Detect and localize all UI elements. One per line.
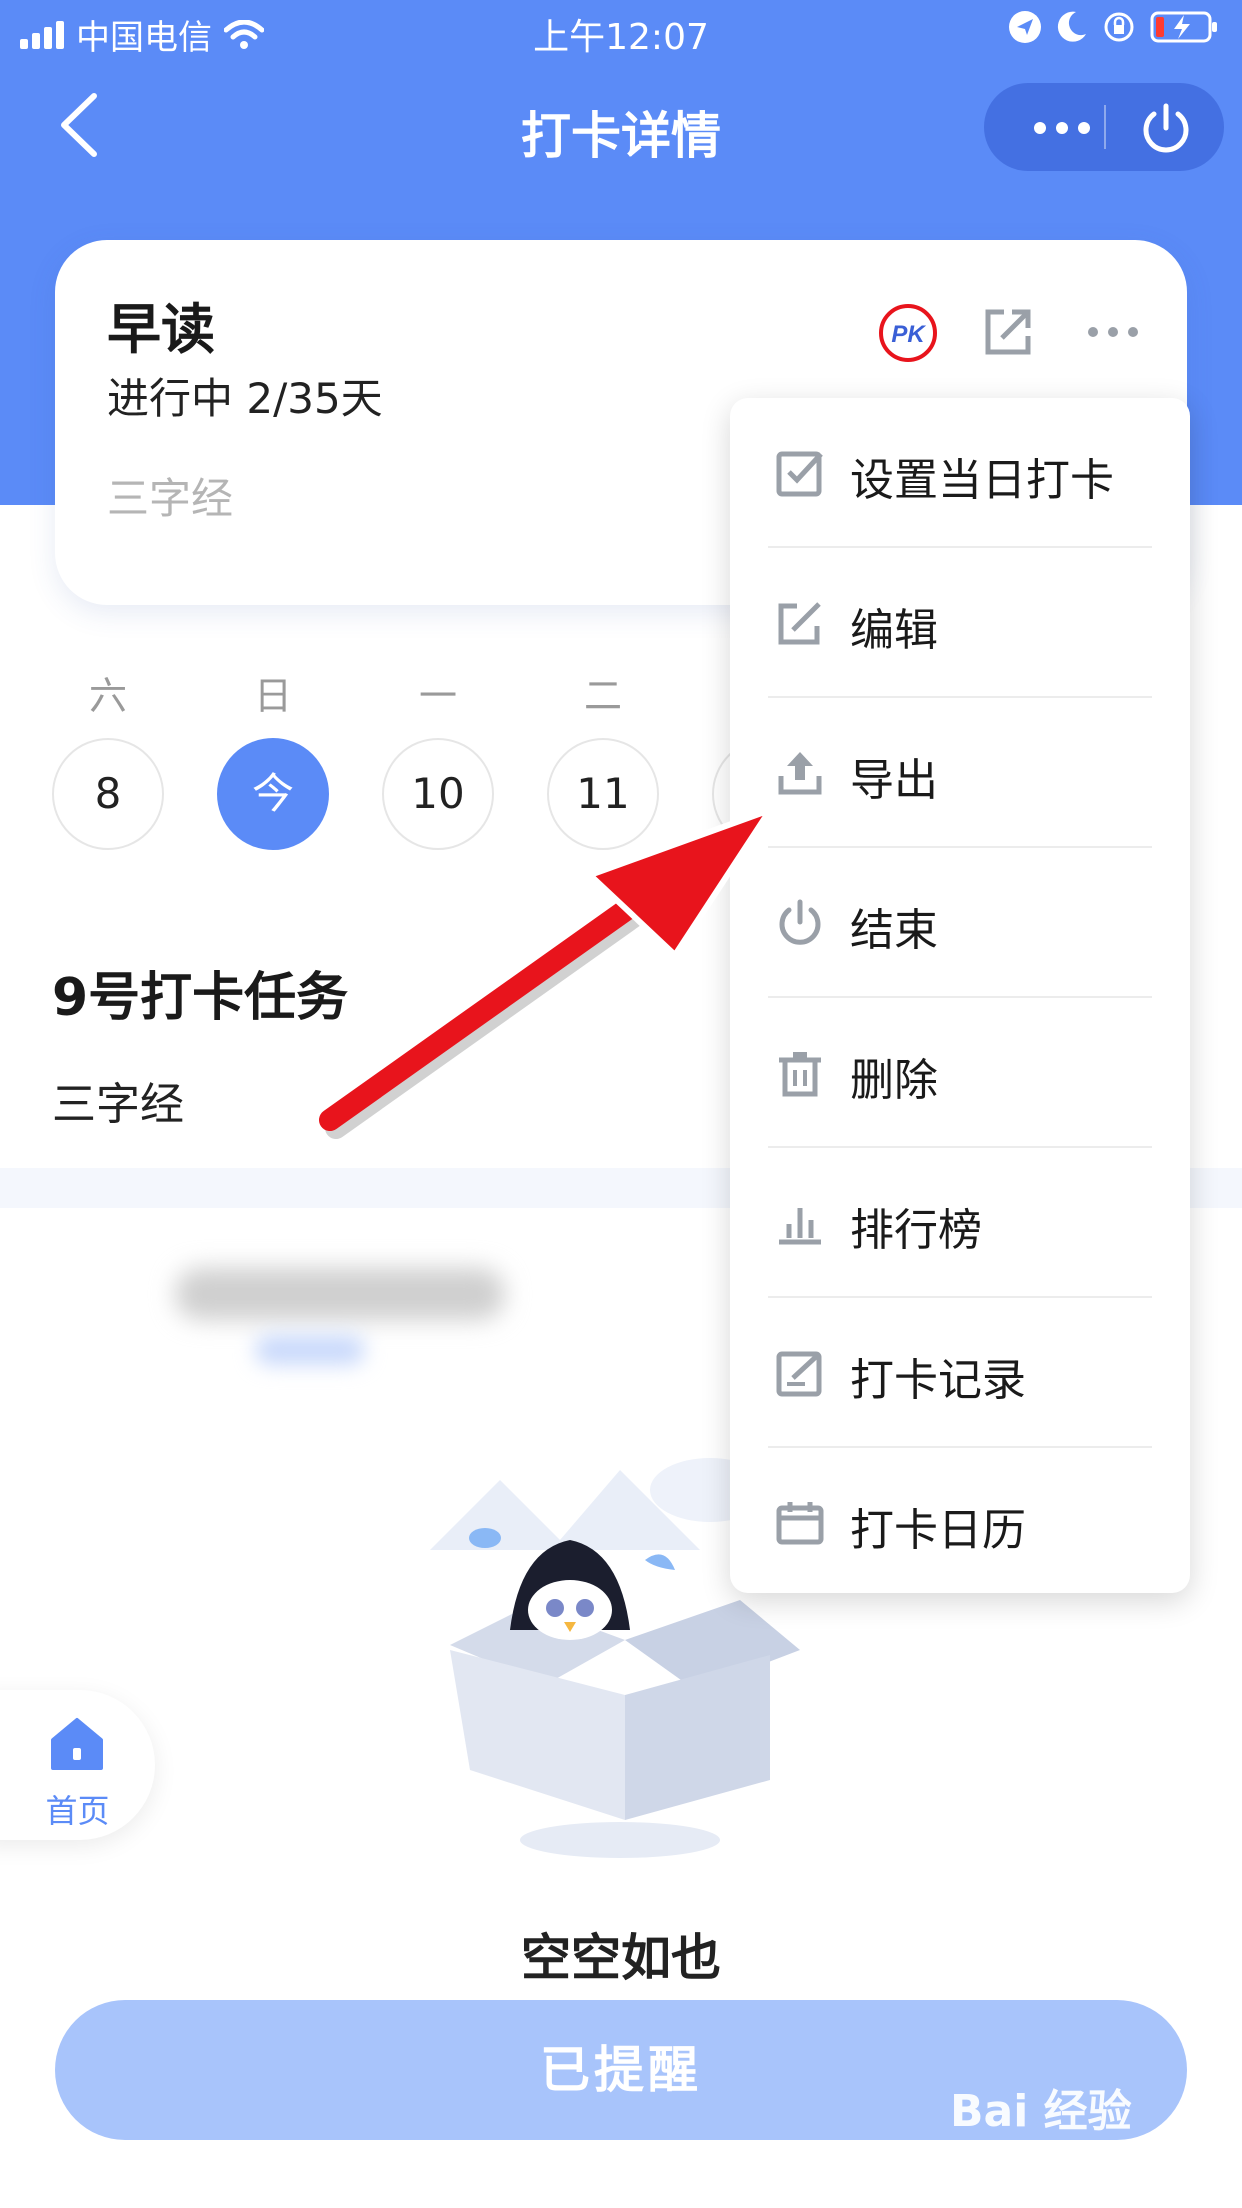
menu-item-label: 删除 xyxy=(850,1055,938,1106)
baidu-jingyan-watermark: Bai 经验 jingyan.baidu.com xyxy=(950,2075,1220,2185)
status-bar: 中国电信 上午12:07 xyxy=(0,0,1242,62)
menu-item-edit[interactable]: 编辑 xyxy=(730,548,1190,698)
menu-item-checkin-record[interactable]: 打卡记录 xyxy=(730,1298,1190,1448)
menu-item-label: 设置当日打卡 xyxy=(850,455,1114,506)
weekday-label: 二 xyxy=(583,674,622,718)
checkin-subtitle: 三字经 xyxy=(107,474,234,523)
menu-item-set-today-checkin[interactable]: 设置当日打卡 xyxy=(730,398,1190,548)
home-floating-tab[interactable]: 首页 xyxy=(0,1690,155,1840)
more-menu-icon[interactable] xyxy=(1020,113,1116,143)
weekday-label: 六 xyxy=(88,674,127,718)
card-more-dropdown-menu: 设置当日打卡 编辑 导出 结束 删除 排行榜 打卡记录 打卡日历 xyxy=(730,398,1190,1593)
close-power-icon[interactable] xyxy=(1138,100,1194,156)
home-icon xyxy=(51,1718,103,1770)
card-more-icon[interactable] xyxy=(1085,320,1141,344)
weekday-label: 日 xyxy=(253,674,292,718)
battery-icon xyxy=(1150,11,1217,43)
menu-item-label: 编辑 xyxy=(850,605,938,656)
record-icon xyxy=(776,1351,822,1397)
weekday-label: 一 xyxy=(418,674,457,718)
menu-item-end[interactable]: 结束 xyxy=(730,848,1190,998)
menu-item-label: 打卡记录 xyxy=(850,1355,1026,1406)
menu-item-label: 打卡日历 xyxy=(850,1505,1026,1556)
watermark-url: jingyan.baidu.com xyxy=(950,2141,1172,2169)
blurred-content xyxy=(175,1268,505,1320)
empty-state-text: 空空如也 xyxy=(521,1929,721,1987)
task-description: 三字经 xyxy=(52,1079,184,1130)
checkbox-icon xyxy=(776,451,823,497)
share-icon[interactable] xyxy=(980,304,1036,360)
annotation-arrow xyxy=(319,807,773,1139)
menu-item-checkin-calendar[interactable]: 打卡日历 xyxy=(730,1448,1190,1598)
status-right xyxy=(1008,10,1220,44)
menu-item-ranking[interactable]: 排行榜 xyxy=(730,1148,1190,1298)
checkin-progress: 进行中 2/35天 xyxy=(107,374,383,423)
ranking-icon xyxy=(779,1208,821,1245)
watermark-brand: Bai 经验 xyxy=(950,2086,1132,2137)
menu-item-label: 排行榜 xyxy=(850,1205,982,1256)
mini-program-capsule xyxy=(984,83,1224,171)
day-button[interactable]: 8 xyxy=(52,738,164,850)
capsule-divider xyxy=(1104,105,1106,149)
pk-icon[interactable]: PK xyxy=(878,303,938,363)
calendar-icon xyxy=(776,1502,824,1545)
edit-icon xyxy=(778,602,821,645)
blurred-content xyxy=(255,1335,365,1365)
menu-item-label: 导出 xyxy=(850,755,938,806)
menu-item-label: 结束 xyxy=(850,905,938,956)
menu-item-delete[interactable]: 删除 xyxy=(730,998,1190,1148)
home-tab-label: 首页 xyxy=(45,1792,110,1830)
location-icon xyxy=(1009,11,1041,43)
moon-icon xyxy=(1057,11,1086,42)
rotation-lock-icon xyxy=(1104,12,1134,42)
menu-item-export[interactable]: 导出 xyxy=(730,698,1190,848)
pk-label: PK xyxy=(891,321,926,348)
checkin-title: 早读 xyxy=(107,298,215,361)
